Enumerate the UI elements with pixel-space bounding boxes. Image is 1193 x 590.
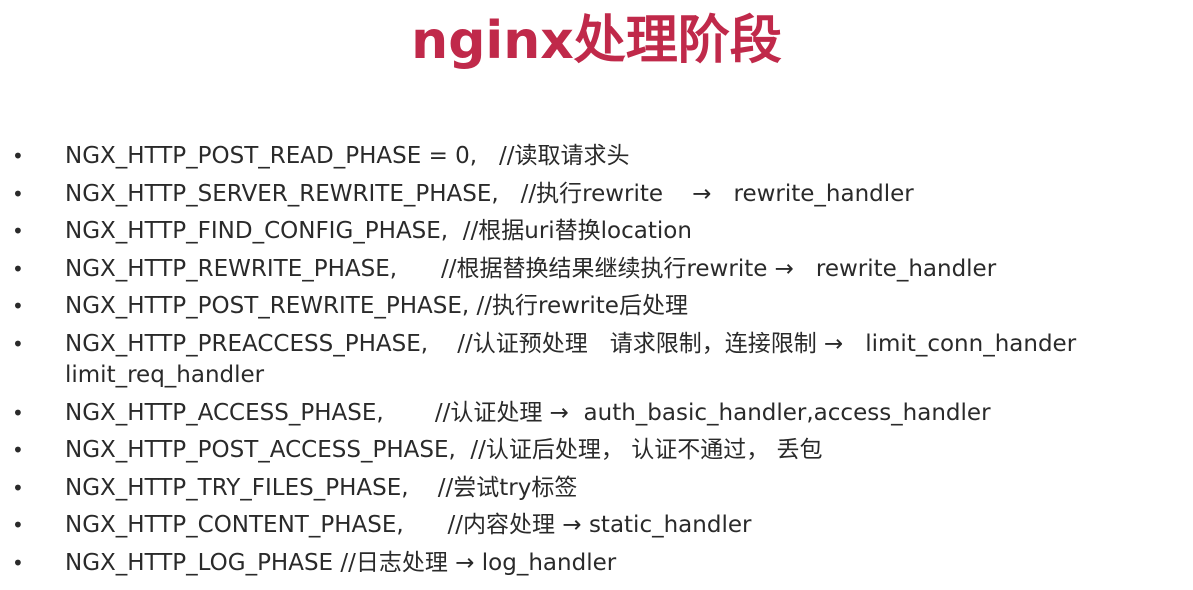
list-item: • NGX_HTTP_REWRITE_PHASE, //根据替换结果继续执行re… [0,251,1193,289]
bullet-icon: • [12,294,24,318]
bullet-icon: • [12,513,24,537]
bullet-icon: • [12,144,24,168]
list-item: • NGX_HTTP_POST_READ_PHASE = 0, //读取请求头 [0,138,1193,176]
phase-list: • NGX_HTTP_POST_READ_PHASE = 0, //读取请求头 … [0,138,1193,582]
list-item-text: NGX_HTTP_FIND_CONFIG_PHASE, //根据uri替换loc… [65,218,692,244]
slide-title: nginx处理阶段 [411,11,782,71]
list-item: • NGX_HTTP_FIND_CONFIG_PHASE, //根据uri替换l… [0,213,1193,251]
bullet-icon: • [12,550,24,575]
bullet-icon: • [12,181,24,206]
list-item: • NGX_HTTP_SERVER_REWRITE_PHASE, //执行rew… [0,176,1193,214]
slide: nginx处理阶段 • NGX_HTTP_POST_READ_PHASE = 0… [0,0,1193,590]
list-item-text: NGX_HTTP_LOG_PHASE //日志处理 → log_handler [65,549,617,576]
bullet-icon: • [12,331,24,356]
list-item-text: NGX_HTTP_SERVER_REWRITE_PHASE, //执行rewri… [65,180,914,207]
list-item: • NGX_HTTP_POST_ACCESS_PHASE, //认证后处理， 认… [0,432,1193,470]
list-item-text: NGX_HTTP_PREACCESS_PHASE, //认证预处理 请求限制，连… [65,330,1084,388]
list-item-text: NGX_HTTP_POST_READ_PHASE = 0, //读取请求头 [65,143,630,169]
list-item: • NGX_HTTP_TRY_FILES_PHASE, //尝试try标签 [0,470,1193,508]
bullet-icon: • [12,475,24,500]
list-item-text: NGX_HTTP_CONTENT_PHASE, //内容处理 → static_… [65,512,752,538]
list-item-text: NGX_HTTP_TRY_FILES_PHASE, //尝试try标签 [65,474,578,501]
list-item: • NGX_HTTP_LOG_PHASE //日志处理 → log_handle… [0,545,1193,583]
bullet-icon: • [12,438,24,462]
bullet-icon: • [12,256,24,281]
list-item: • NGX_HTTP_POST_REWRITE_PHASE, //执行rewri… [0,288,1193,326]
bullet-icon: • [12,400,24,425]
list-item-text: NGX_HTTP_POST_ACCESS_PHASE, //认证后处理， 认证不… [65,437,823,463]
list-item-text: NGX_HTTP_ACCESS_PHASE, //认证处理 → auth_bas… [65,399,991,426]
list-item: • NGX_HTTP_CONTENT_PHASE, //内容处理 → stati… [0,507,1193,545]
bullet-icon: • [12,219,24,243]
list-item-text: NGX_HTTP_POST_REWRITE_PHASE, //执行rewrite… [65,293,688,319]
list-item: • NGX_HTTP_PREACCESS_PHASE, //认证预处理 请求限制… [0,326,1193,395]
list-item: • NGX_HTTP_ACCESS_PHASE, //认证处理 → auth_b… [0,395,1193,433]
list-item-text: NGX_HTTP_REWRITE_PHASE, //根据替换结果继续执行rewr… [65,255,997,282]
